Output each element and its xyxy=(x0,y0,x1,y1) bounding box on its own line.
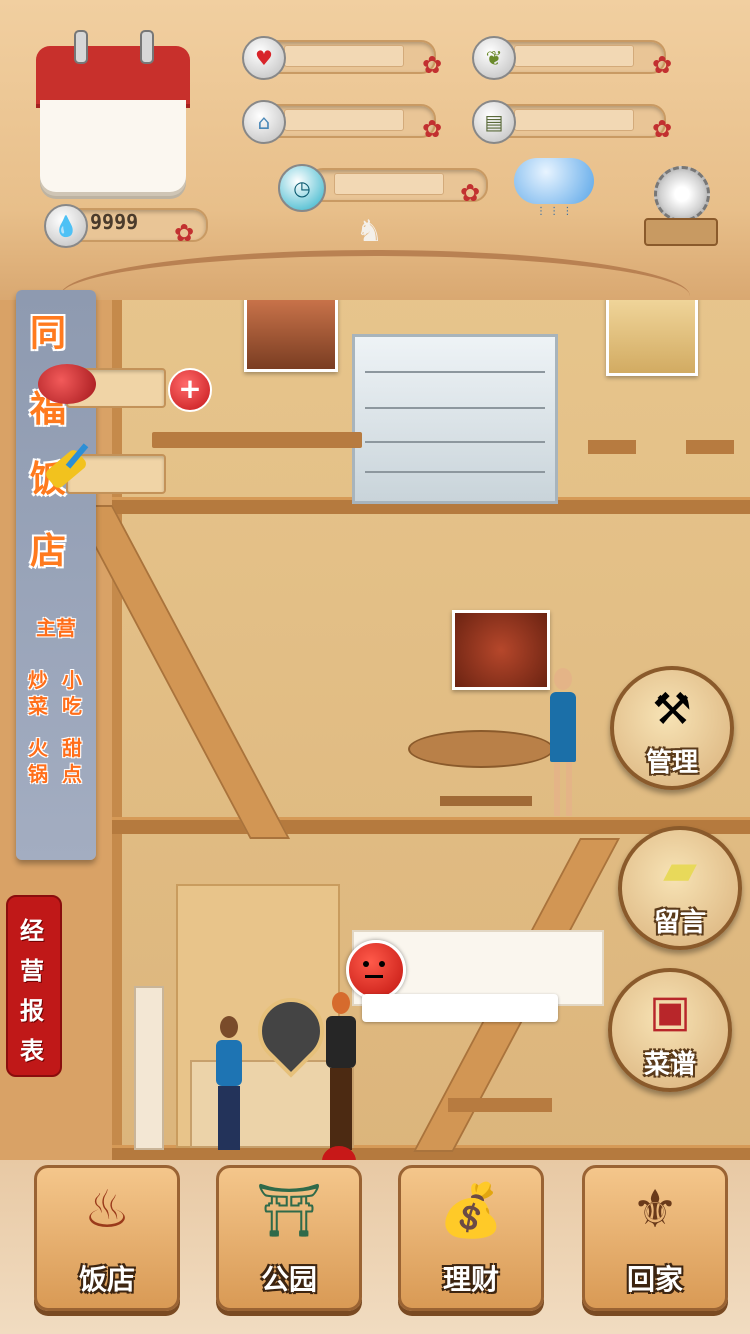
recipe-book-icon: ▣ xyxy=(649,986,691,1037)
message-label: 留言 xyxy=(653,908,706,938)
nav-label: 公园 xyxy=(260,1263,317,1296)
food-display-cabinet[interactable] xyxy=(352,334,558,504)
customer-woman-blue-shirt[interactable] xyxy=(208,1016,248,1152)
nav-park-button[interactable]: ⛩ 公园 xyxy=(216,1165,362,1311)
recipe-label: 菜谱 xyxy=(643,1050,696,1080)
category-char: 小 xyxy=(62,668,82,692)
hotpot-picture xyxy=(452,610,550,690)
rain-cloud-icon[interactable]: ⋮ ⋮ ⋮ xyxy=(514,158,594,217)
report-char: 经 xyxy=(20,917,44,945)
small-table-2[interactable] xyxy=(686,440,734,454)
money-bag-icon: 💰 xyxy=(438,1181,504,1241)
customer-woman-blue-dress[interactable] xyxy=(546,668,580,818)
speech-bubble xyxy=(362,994,558,1022)
ribbon-icon: ✿ xyxy=(652,115,673,143)
nav-home-button[interactable]: ⚜ 回家 xyxy=(582,1165,728,1311)
ribbon-icon: ✿ xyxy=(652,51,673,79)
main-label: 主营 xyxy=(36,616,76,640)
waiter-black-shirt[interactable] xyxy=(318,992,362,1152)
banner-char: 店 xyxy=(30,530,67,572)
message-button[interactable]: ▰ 留言 xyxy=(618,826,742,950)
report-char: 表 xyxy=(20,1037,44,1065)
category-char: 火 xyxy=(28,736,48,760)
ribbon-icon: ✿ xyxy=(422,115,443,143)
ribbon-icon: ✿ xyxy=(174,219,195,247)
hotpot-table[interactable] xyxy=(408,730,554,768)
report-char: 营 xyxy=(20,957,44,985)
category-char: 点 xyxy=(62,762,82,786)
small-table-1[interactable] xyxy=(588,440,636,454)
category-char: 炒 xyxy=(28,668,48,692)
leaf-icon: ❦ xyxy=(472,36,516,80)
ribbon-icon: ✿ xyxy=(460,179,481,207)
meat-icon xyxy=(38,364,96,404)
add-button[interactable]: + xyxy=(168,368,212,412)
nav-label: 饭店 xyxy=(78,1263,135,1296)
money-icon: ▤ xyxy=(472,100,516,144)
house-icon: ⌂ xyxy=(242,100,286,144)
category-char: 菜 xyxy=(28,694,48,718)
dim-sum-picture xyxy=(606,296,698,376)
left-wall-beam xyxy=(112,280,122,1160)
table-bench xyxy=(440,796,532,806)
report-char: 报 xyxy=(20,997,44,1025)
alarm-clock-icon[interactable]: ◷ xyxy=(278,164,326,212)
time-stat: ◷ ✿ xyxy=(278,164,498,212)
bbq-picture xyxy=(244,296,338,372)
banner-char: 同 xyxy=(30,312,67,354)
category-char: 吃 xyxy=(62,694,82,718)
hotpot-icon: ♨ xyxy=(83,1180,131,1240)
nav-label: 回家 xyxy=(626,1263,683,1296)
nature-stat: ❦ ✿ xyxy=(472,36,682,80)
angry-face-icon[interactable] xyxy=(346,940,406,1000)
pavilion-icon: ⛩ xyxy=(255,1181,322,1241)
water-drop-icon: 💧 xyxy=(44,204,88,248)
manage-button[interactable]: ⚒ 管理 xyxy=(610,666,734,790)
category-char: 锅 xyxy=(28,762,48,786)
kitchen-door[interactable] xyxy=(134,986,164,1150)
gear-icon[interactable] xyxy=(644,166,718,246)
nav-restaurant-button[interactable]: ♨ 饭店 xyxy=(34,1165,180,1311)
nav-finance-button[interactable]: 💰 理财 xyxy=(398,1165,544,1311)
drops-currency: 💧 9999 ✿ xyxy=(44,204,214,248)
horse-icon: ♞ xyxy=(356,214,383,249)
business-report-button[interactable]: 经 营 报 表 xyxy=(6,895,62,1077)
nav-label: 理财 xyxy=(442,1263,499,1296)
manage-label: 管理 xyxy=(645,748,698,778)
happiness-stat: ♥ ✿ xyxy=(242,36,442,80)
rocking-chair-icon: ⚜ xyxy=(631,1180,679,1240)
calendar-icon[interactable] xyxy=(36,30,190,192)
ribbon-icon: ✿ xyxy=(422,51,443,79)
hammer-icon: ⚒ xyxy=(652,684,692,735)
sticky-note-icon: ▰ xyxy=(663,844,697,895)
money-stat: ▤ ✿ xyxy=(472,100,682,144)
recipe-button[interactable]: ▣ 菜谱 xyxy=(608,968,732,1092)
category-char: 甜 xyxy=(62,736,82,760)
property-stat: ⌂ ✿ xyxy=(242,100,442,144)
broom-icon[interactable] xyxy=(38,440,100,491)
long-bench[interactable] xyxy=(152,432,362,448)
drops-value: 9999 xyxy=(90,210,139,234)
dining-table[interactable] xyxy=(448,1098,552,1112)
heart-icon: ♥ xyxy=(242,36,286,80)
